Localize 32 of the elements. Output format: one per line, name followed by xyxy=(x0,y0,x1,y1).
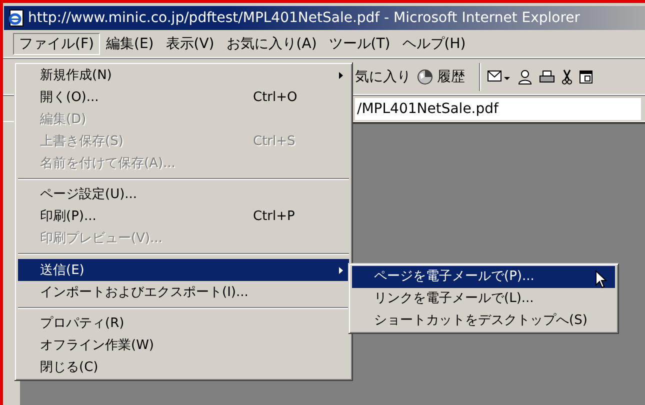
menu-item[interactable]: オフライン作業(W) xyxy=(18,334,349,357)
submenu-arrow-icon xyxy=(339,72,343,80)
menu-item[interactable]: インポートおよびエクスポート(I)... xyxy=(18,281,349,303)
menu-item[interactable]: 印刷(P)... Ctrl+P xyxy=(18,206,349,228)
menu-item[interactable]: 閉じる(C) xyxy=(18,356,349,378)
menu-bar-item[interactable]: ツール(T) xyxy=(322,32,396,54)
menu-bar-item[interactable]: 表示(V) xyxy=(160,32,220,54)
menu-item[interactable]: プロパティ(R) xyxy=(18,312,349,335)
window-icon[interactable] xyxy=(579,70,593,84)
menu-item[interactable]: ページ設定(U)... xyxy=(18,184,349,206)
window-title: http://www.minic.co.jp/pdftest/MPL401NetSale.pdf - Microsoft Internet Explorer xyxy=(28,11,580,25)
address-field[interactable]: /MPL401NetSale.pdf xyxy=(355,98,641,120)
printer-icon[interactable] xyxy=(539,68,555,84)
menu-item[interactable]: 新規作成(N) xyxy=(18,65,349,87)
menu-item[interactable]: 開く(O)... Ctrl+O xyxy=(18,86,349,109)
scissors-icon[interactable] xyxy=(561,68,573,84)
submenu-arrow-icon xyxy=(339,266,343,274)
people-icon[interactable] xyxy=(517,68,533,84)
menu-item[interactable]: ページを電子メールで(P)... xyxy=(352,266,615,288)
mouse-cursor-icon xyxy=(595,270,607,289)
mail-icon[interactable] xyxy=(487,68,511,84)
history-button[interactable]: 履歴 xyxy=(417,68,465,84)
menu-item[interactable]: リンクを電子メールで(L)... xyxy=(352,288,615,310)
menu-bar-item[interactable]: ヘルプ(H) xyxy=(396,32,472,54)
menu-bar-item[interactable]: 編集(E) xyxy=(100,32,160,54)
globe-icon xyxy=(417,68,433,84)
menu-bar-item[interactable]: ファイル(F) xyxy=(13,32,100,54)
menu-item[interactable]: 送信(E) xyxy=(18,259,349,282)
browser-icon xyxy=(7,9,25,27)
menu-item[interactable]: ショートカットをデスクトップへ(S) xyxy=(352,310,615,332)
menu-bar-item[interactable]: お気に入り(A) xyxy=(220,32,323,54)
favorites-button[interactable]: 気に入り xyxy=(355,70,411,84)
